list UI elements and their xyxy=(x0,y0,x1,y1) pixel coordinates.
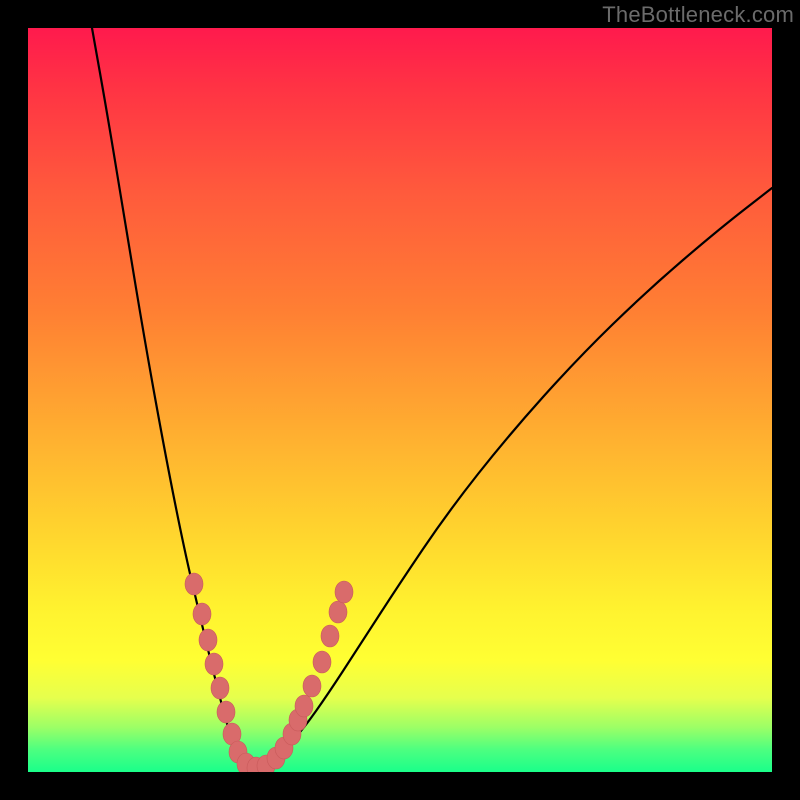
marker-dot xyxy=(217,701,235,723)
watermark-text: TheBottleneck.com xyxy=(602,2,794,28)
bottleneck-curve xyxy=(92,28,772,768)
marker-dot xyxy=(335,581,353,603)
marker-dot xyxy=(205,653,223,675)
marker-dot xyxy=(329,601,347,623)
chart-frame: TheBottleneck.com xyxy=(0,0,800,800)
marker-dot xyxy=(199,629,217,651)
plot-area xyxy=(28,28,772,772)
marker-dot xyxy=(193,603,211,625)
marker-dot xyxy=(313,651,331,673)
marker-dot xyxy=(303,675,321,697)
curve-svg xyxy=(28,28,772,772)
marker-dot xyxy=(321,625,339,647)
marker-dot xyxy=(295,695,313,717)
marker-dot xyxy=(211,677,229,699)
marker-cluster xyxy=(185,573,353,772)
marker-dot xyxy=(185,573,203,595)
